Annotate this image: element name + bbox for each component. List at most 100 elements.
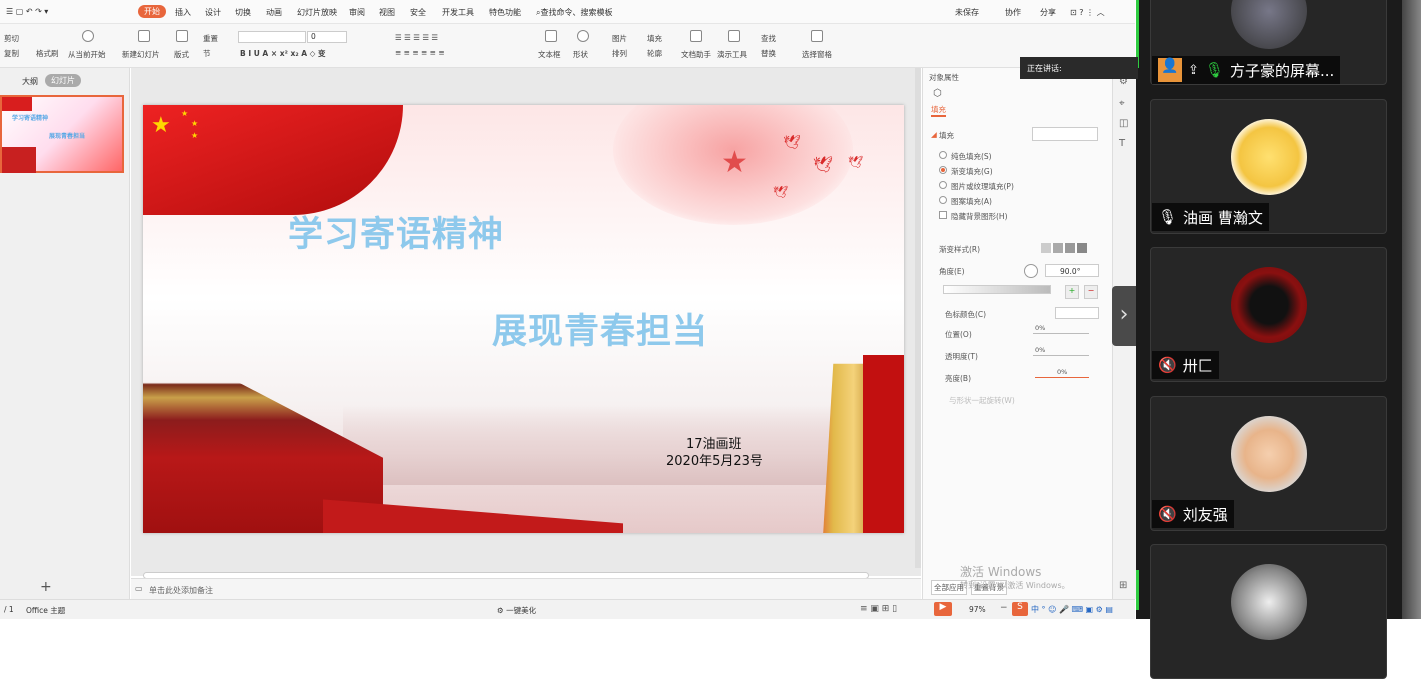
remove-stop-icon[interactable]: − (1084, 285, 1098, 299)
pin-icon[interactable]: ⌖ (1119, 98, 1125, 109)
angle-input[interactable]: 90.0° (1045, 264, 1099, 277)
beautify-button[interactable]: ⚙ 一键美化 (497, 605, 536, 616)
section-toggle-icon[interactable]: ◢ (931, 130, 937, 139)
brightness-slider[interactable] (1035, 377, 1089, 378)
align-icons[interactable]: ≡ ≡ ≡ ≡ ≡ ≡ (395, 48, 445, 57)
quick-access-icons[interactable]: ☰ ▢ ↶ ↷ ▾ (6, 7, 48, 16)
notes-pane[interactable]: ▭ 单击此处添加备注 (131, 578, 921, 599)
paragraph-icons[interactable]: ☰ ☰ ☰ ☰ ☰ (395, 33, 438, 42)
radio-solid[interactable] (939, 151, 947, 159)
copy-button[interactable]: 复制 (4, 48, 19, 59)
slide-date-text[interactable]: 2020年5月23号 (666, 450, 763, 469)
shapes-button[interactable]: 形状 (573, 49, 588, 60)
transparency-slider[interactable] (1033, 355, 1089, 356)
participant-name: 卅匚 (1182, 356, 1213, 375)
add-slide-button[interactable]: + (40, 579, 52, 595)
angle-dial[interactable] (1024, 264, 1038, 278)
hide-bg-checkbox[interactable] (939, 211, 947, 219)
thumb-flag-shape (2, 97, 32, 111)
format-buttons-icon[interactable]: B I U A × x² x₂ A ◇ 变 (240, 48, 326, 59)
flag-small-star-icon: ★ (181, 109, 189, 118)
play-slideshow-icon[interactable]: ▶ (934, 602, 952, 616)
gradient-style-icons[interactable] (1041, 243, 1087, 253)
collapse-panel-button[interactable]: › (1112, 286, 1136, 346)
layout-button[interactable]: 版式 (174, 49, 189, 60)
command-search[interactable]: ⌕查找命令、搜索模板 (536, 7, 612, 18)
play-icon[interactable] (82, 30, 94, 42)
layout-icon[interactable] (176, 30, 188, 42)
select-pane-button[interactable]: 选择窗格 (802, 49, 832, 60)
tab-animation[interactable]: 动画 (266, 7, 282, 18)
vertical-scrollbar[interactable] (915, 68, 921, 568)
fill-dropdown[interactable] (1032, 127, 1098, 141)
grid-icon[interactable]: ⊞ (1119, 580, 1127, 591)
textbox-button[interactable]: 文本框 (538, 49, 561, 60)
participant-card[interactable]: 🎙 油画 曹瀚文 (1150, 99, 1387, 234)
radio-pattern[interactable] (939, 196, 947, 204)
add-stop-icon[interactable]: + (1065, 285, 1079, 299)
presentation-tools-icon[interactable] (728, 30, 740, 42)
tab-slideshow[interactable]: 幻灯片放映 (297, 7, 337, 18)
reset-button[interactable]: 重置 (203, 33, 218, 44)
zoom-out-icon[interactable]: − (1000, 603, 1008, 613)
section-button[interactable]: 节 (203, 48, 211, 59)
gradient-bar[interactable] (943, 285, 1051, 294)
slide-title[interactable]: 学习寄语精神 (288, 206, 504, 257)
participant-card[interactable]: 🔇 刘友强 (1150, 396, 1387, 531)
zoom-level[interactable]: 97% (969, 605, 986, 614)
new-slide-icon[interactable] (138, 30, 150, 42)
tab-view[interactable]: 视图 (379, 7, 395, 18)
select-pane-icon[interactable] (811, 30, 823, 42)
rotate-with-shape-option[interactable]: 与形状一起旋转(W) (949, 395, 1015, 406)
doc-assistant-icon[interactable] (690, 30, 702, 42)
slide-subtitle[interactable]: 展现青春担当 (492, 303, 708, 354)
tab-home[interactable]: 开始 (138, 5, 166, 18)
textbox-icon[interactable] (545, 30, 557, 42)
image-button[interactable]: 图片 (612, 33, 627, 44)
pane-header: 对象属性 (929, 73, 959, 82)
text-icon[interactable]: T (1119, 138, 1125, 149)
tab-security[interactable]: 安全 (410, 7, 426, 18)
position-slider[interactable] (1033, 333, 1089, 334)
ime-icon[interactable]: S (1012, 602, 1028, 616)
shapes-pane-icon[interactable]: ◫ (1119, 118, 1128, 129)
new-slide-button[interactable]: 新建幻灯片 (122, 49, 160, 60)
participant-card[interactable] (1150, 544, 1387, 679)
tab-fill[interactable]: 填充 (931, 104, 946, 117)
participant-card[interactable]: 👤 ⇪ 🎙 方子豪的屏幕... (1150, 0, 1387, 85)
window-controls-icon[interactable]: ⊡ ? ⋮ ︿ (1070, 7, 1105, 18)
tab-transition[interactable]: 切换 (235, 7, 251, 18)
replace-button[interactable]: 替换 (761, 48, 776, 59)
collab-button[interactable]: 协作 (1005, 7, 1021, 18)
tab-review[interactable]: 审阅 (349, 7, 365, 18)
stop-color-dropdown[interactable] (1055, 307, 1099, 319)
tab-developer[interactable]: 开发工具 (442, 7, 474, 18)
fill-button[interactable]: 填充 (647, 33, 662, 44)
shapes-icon[interactable] (577, 30, 589, 42)
font-size-select[interactable]: 0 (307, 31, 347, 43)
tab-design[interactable]: 设计 (205, 7, 221, 18)
tab-special[interactable]: 特色功能 (489, 7, 521, 18)
tab-slides[interactable]: 幻灯片 (45, 74, 81, 87)
doc-assistant-button[interactable]: 文档助手 (681, 49, 711, 60)
presentation-tools-button[interactable]: 演示工具 (717, 49, 747, 60)
tab-outline[interactable]: 大纲 (22, 76, 38, 87)
share-button[interactable]: 分享 (1040, 7, 1056, 18)
ime-toolbar-icons[interactable]: 中 ° ☺ 🎤 ⌨ ▣ ⚙ ▤ (1031, 604, 1113, 615)
status-bar: / 1 Office 主题 ⚙ 一键美化 ≡ ▣ ⊞ ▯ ▶ 97% − S 中… (0, 599, 1135, 619)
participant-card[interactable]: 🔇 卅匚 (1150, 247, 1387, 382)
from-current-button[interactable]: 从当前开始 (68, 49, 106, 60)
outline-button[interactable]: 轮廓 (647, 48, 662, 59)
tab-insert[interactable]: 插入 (175, 7, 191, 18)
find-button[interactable]: 查找 (761, 33, 776, 44)
font-name-select[interactable] (238, 31, 306, 43)
radio-picture[interactable] (939, 181, 947, 189)
arrange-button[interactable]: 排列 (612, 48, 627, 59)
slide-thumbnail[interactable]: 学习寄语精神 展现青春担当 (0, 95, 124, 173)
format-painter-button[interactable]: 格式刷 (36, 48, 59, 59)
cut-button[interactable]: 剪切 (4, 33, 19, 44)
unsaved-status[interactable]: 未保存 (955, 7, 979, 18)
view-mode-icons[interactable]: ≡ ▣ ⊞ ▯ (860, 604, 897, 614)
radio-gradient[interactable] (939, 166, 947, 174)
position-label: 位置(O) (945, 330, 972, 339)
